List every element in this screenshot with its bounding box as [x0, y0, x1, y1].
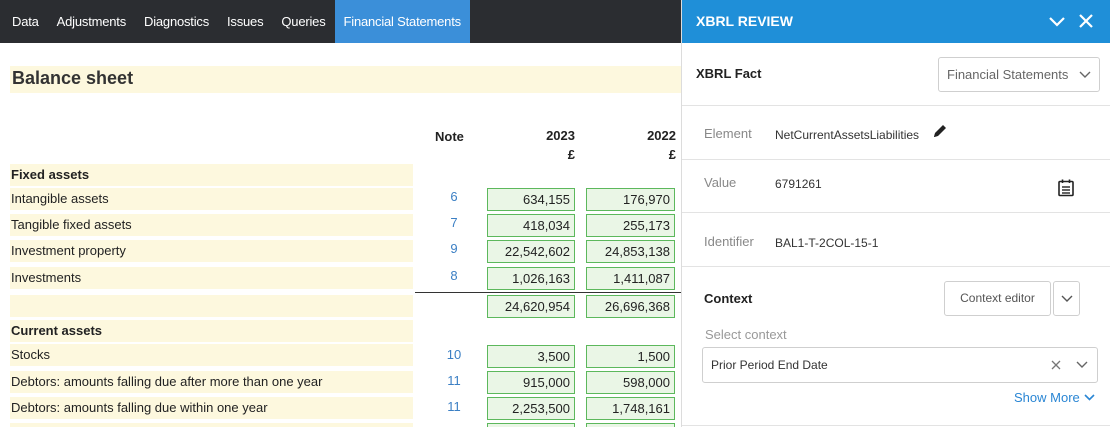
value-cell-2023[interactable]: 2,253,500	[487, 397, 575, 420]
identifier-value: BAL1-T-2COL-15-1	[775, 236, 879, 250]
year-2022-column-header: 2022 £	[630, 126, 676, 164]
currency-label: £	[668, 147, 676, 162]
row-label: Investment property	[10, 240, 413, 262]
pencil-icon[interactable]	[932, 123, 948, 139]
value-cell-2022[interactable]: 24,853,138	[586, 240, 675, 263]
context-editor-dropdown-button[interactable]	[1053, 281, 1080, 316]
row-label	[10, 423, 413, 427]
chevron-down-icon	[1079, 71, 1091, 78]
element-value: NetCurrentAssetsLiabilities	[775, 128, 920, 142]
note-link[interactable]: 6	[439, 189, 469, 204]
year-2023-column-header: 2023 £	[530, 126, 575, 164]
close-icon[interactable]	[1075, 10, 1097, 32]
value-cell-2022[interactable]	[586, 423, 675, 427]
section-heading: Fixed assets	[10, 164, 413, 186]
tab-adjustments[interactable]: Adjustments	[48, 0, 135, 43]
clear-icon[interactable]	[1049, 358, 1063, 372]
element-label: Element	[704, 126, 752, 141]
tab-issues[interactable]: Issues	[218, 0, 272, 43]
panel-title: XBRL REVIEW	[696, 13, 793, 29]
divider	[682, 159, 1110, 160]
value-cell-2023[interactable]: 915,000	[487, 371, 575, 394]
select-value: Financial Statements	[947, 67, 1069, 82]
value-cell-2022[interactable]: 176,970	[586, 188, 675, 211]
financial-statements-pane: Data Adjustments Diagnostics Issues Quer…	[0, 0, 681, 427]
tab-data[interactable]: Data	[0, 0, 48, 43]
value-cell-2022[interactable]: 1,411,087	[586, 267, 675, 290]
top-navigation: Data Adjustments Diagnostics Issues Quer…	[0, 0, 681, 43]
currency-label: £	[567, 147, 575, 162]
divider	[682, 212, 1110, 213]
divider	[682, 105, 1110, 106]
note-link[interactable]: 11	[439, 373, 469, 388]
note-link[interactable]: 10	[439, 347, 469, 362]
xbrl-review-panel: XBRL REVIEW XBRL Fact Financial Statemen…	[681, 0, 1110, 427]
value-cell-2022[interactable]: 1,500	[586, 345, 675, 368]
note-link[interactable]: 8	[439, 268, 469, 283]
value-cell-2023[interactable]: 3,500	[487, 345, 575, 368]
value-cell-2022[interactable]: 598,000	[586, 371, 675, 394]
chevron-down-icon	[1084, 394, 1095, 401]
xbrl-fact-label: XBRL Fact	[696, 66, 762, 81]
tab-queries[interactable]: Queries	[272, 0, 334, 43]
value-cell-2023[interactable]: 418,034	[487, 214, 575, 237]
context-editor-button[interactable]: Context editor	[944, 281, 1051, 316]
subtotal-cell-2022[interactable]: 26,696,368	[586, 295, 675, 318]
section-heading: Current assets	[10, 320, 413, 342]
row-label: Tangible fixed assets	[10, 214, 413, 236]
row-label: Debtors: amounts falling due within one …	[10, 397, 413, 419]
value-cell-2022[interactable]: 1,748,161	[586, 397, 675, 420]
year-label: 2023	[546, 128, 575, 143]
year-label: 2022	[647, 128, 676, 143]
subtotal-divider	[415, 292, 681, 293]
fact-source-select[interactable]: Financial Statements	[938, 57, 1100, 92]
value-cell-2023[interactable]: 22,542,602	[487, 240, 575, 263]
calendar-icon[interactable]	[1056, 178, 1076, 198]
value-cell-2022[interactable]: 255,173	[586, 214, 675, 237]
row-label: Debtors: amounts falling due after more …	[10, 371, 413, 393]
note-link[interactable]: 9	[439, 241, 469, 256]
identifier-label: Identifier	[704, 234, 754, 249]
note-link[interactable]: 7	[439, 215, 469, 230]
context-label: Context	[704, 291, 753, 306]
note-link[interactable]: 11	[439, 399, 469, 414]
tab-financial-statements[interactable]: Financial Statements	[334, 0, 470, 43]
chevron-down-icon[interactable]	[1046, 10, 1068, 32]
xbrl-review-header: XBRL REVIEW	[682, 0, 1110, 43]
subtotal-cell-2023[interactable]: 24,620,954	[487, 295, 575, 318]
divider	[682, 266, 1110, 267]
select-value: Prior Period End Date	[711, 358, 828, 372]
chevron-down-icon	[1076, 361, 1088, 368]
row-label: Stocks	[10, 344, 413, 366]
tab-diagnostics[interactable]: Diagnostics	[135, 0, 218, 43]
subtotal-row	[10, 295, 413, 317]
value-cell-2023[interactable]	[487, 423, 575, 427]
show-more-label: Show More	[1014, 390, 1080, 405]
value-label: Value	[704, 175, 737, 190]
page-title: Balance sheet	[10, 66, 681, 93]
value-cell-2023[interactable]: 1,026,163	[487, 267, 575, 290]
show-more-link[interactable]: Show More	[1014, 390, 1095, 405]
context-select[interactable]: Prior Period End Date	[702, 347, 1098, 383]
row-label: Intangible assets	[10, 188, 413, 210]
fact-value: 6791261	[775, 177, 822, 191]
chevron-down-icon	[1061, 295, 1073, 302]
row-label: Investments	[10, 267, 413, 289]
divider	[682, 425, 1110, 426]
value-cell-2023[interactable]: 634,155	[487, 188, 575, 211]
note-column-header: Note	[435, 129, 464, 144]
select-context-label: Select context	[705, 327, 787, 342]
